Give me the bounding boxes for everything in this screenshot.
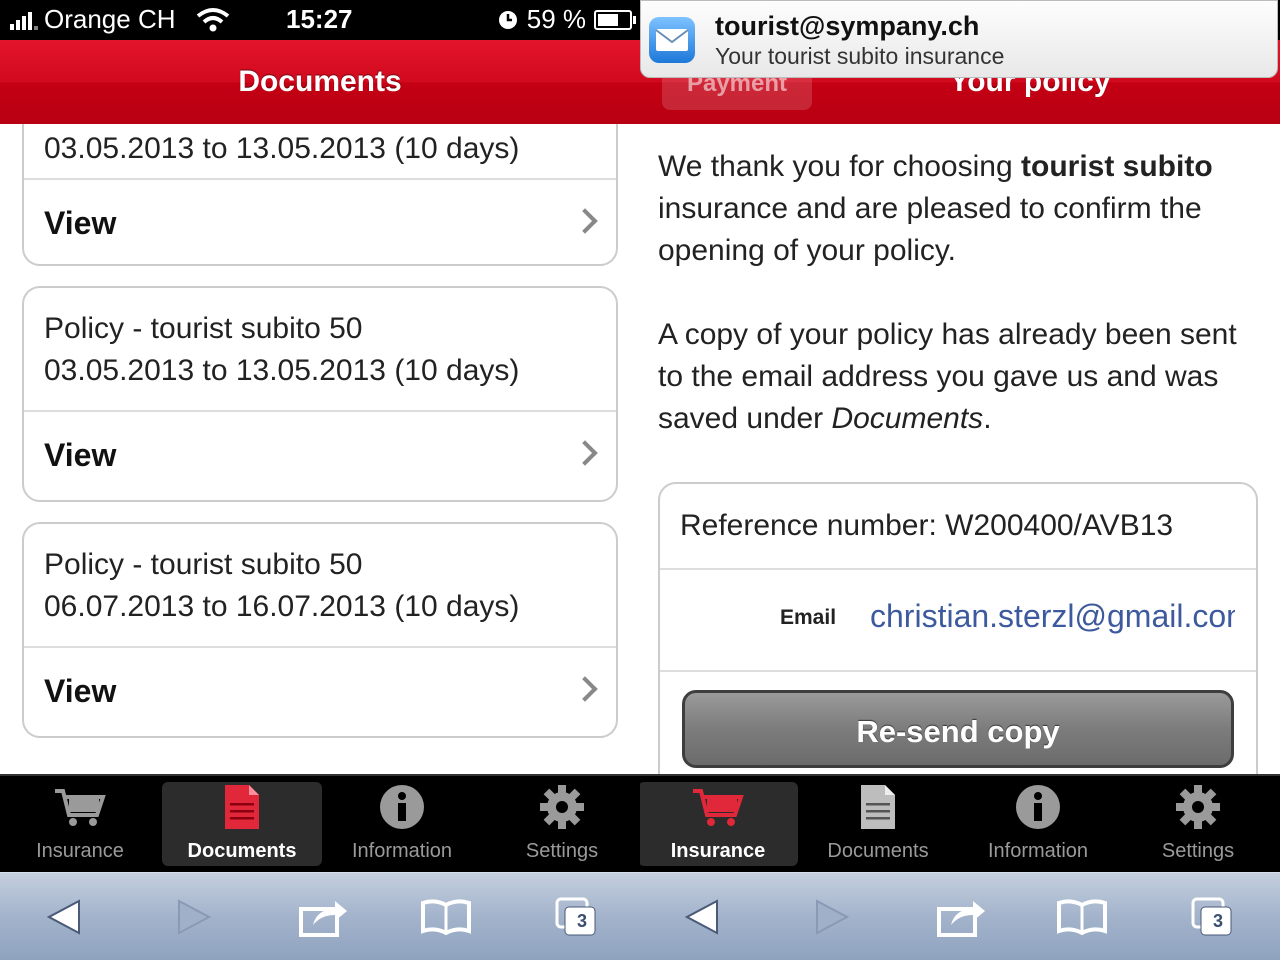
tab-settings[interactable]: Settings: [1118, 782, 1278, 866]
document-list: 03.05.2013 to 13.05.2013 (10 days) View …: [0, 124, 640, 774]
cart-icon: [693, 789, 744, 826]
back-arrow-icon: [47, 899, 80, 935]
policy-screen: Payment Your policy We thank you for cho…: [640, 0, 1280, 960]
tab-insurance[interactable]: Insurance: [640, 782, 798, 866]
document-icon: [861, 785, 895, 829]
chevron-right-icon: [572, 676, 598, 702]
policy-details-box: Reference number: W200400/AVB13 Email ch…: [658, 482, 1258, 774]
view-button[interactable]: View: [24, 412, 616, 498]
view-label: View: [44, 205, 117, 241]
tab-information[interactable]: Information: [958, 782, 1118, 866]
forward-arrow-icon: [178, 899, 211, 935]
tab-insurance[interactable]: Insurance: [0, 782, 160, 866]
tab-documents[interactable]: Documents: [162, 782, 322, 866]
bookmarks-button[interactable]: [418, 895, 474, 939]
gear-icon: [1176, 785, 1220, 829]
book-icon: [1057, 899, 1107, 935]
tab-bar: Insurance Documents Information Settings: [640, 774, 1280, 874]
share-button[interactable]: [934, 895, 990, 939]
back-button[interactable]: [36, 895, 92, 939]
carrier-indicator: Orange CH: [10, 4, 230, 35]
gear-icon: [540, 785, 584, 829]
email-row: Email christian.sterzl@gmail.com: [660, 570, 1256, 672]
chevron-right-icon: [572, 440, 598, 466]
email-value[interactable]: christian.sterzl@gmail.com: [870, 598, 1235, 635]
battery-percent: 59 %: [526, 4, 586, 34]
policy-title: Policy - tourist subito 50: [44, 312, 363, 345]
tab-label: Documents: [187, 840, 297, 862]
tab-label: Insurance: [36, 840, 124, 862]
nav-bar: Documents: [0, 40, 640, 126]
battery-icon: [594, 9, 636, 30]
policy-confirmation: We thank you for choosing tourist subito…: [640, 124, 1280, 774]
mail-icon: [649, 17, 695, 63]
view-button[interactable]: View: [24, 648, 616, 734]
documents-reference: Documents: [831, 402, 984, 435]
back-arrow-icon: [685, 899, 718, 935]
browser-toolbar: 3: [0, 872, 640, 960]
policy-dates: 03.05.2013 to 13.05.2013 (10 days): [44, 354, 520, 387]
bookmarks-button[interactable]: [1054, 895, 1110, 939]
status-bar: Orange CH 15:27 59 %: [0, 0, 640, 40]
product-name: tourist subito: [1021, 150, 1213, 183]
info-icon: [380, 785, 424, 829]
notification-sender: tourist@sympany.ch: [715, 11, 980, 41]
tabs-button[interactable]: 3: [548, 895, 604, 939]
forward-button[interactable]: [166, 895, 222, 939]
book-icon: [421, 899, 471, 935]
carrier-name: Orange CH: [44, 4, 176, 34]
policy-title: Policy - tourist subito 50: [44, 548, 363, 581]
view-label: View: [44, 673, 117, 709]
alarm-icon: [498, 10, 517, 29]
list-item: Policy - tourist subito 50 03.05.2013 to…: [22, 286, 618, 502]
policy-dates: 06.07.2013 to 16.07.2013 (10 days): [44, 590, 520, 623]
signal-icon: [10, 10, 38, 30]
copy-sent-text: A copy of your policy has already been s…: [658, 318, 1237, 435]
tab-label: Information: [987, 840, 1089, 862]
tab-label: Documents: [827, 840, 929, 862]
tab-settings[interactable]: Settings: [482, 782, 640, 866]
notification-message: Your tourist subito insurance: [715, 43, 1005, 69]
share-icon: [299, 901, 347, 937]
view-button[interactable]: View: [24, 180, 616, 266]
email-label: Email: [780, 606, 837, 629]
cart-icon: [55, 789, 106, 826]
share-button[interactable]: [296, 895, 352, 939]
tabs-button[interactable]: 3: [1184, 895, 1240, 939]
resend-copy-button[interactable]: Re-send copy: [682, 690, 1234, 768]
list-item: 03.05.2013 to 13.05.2013 (10 days) View: [22, 124, 618, 266]
view-label: View: [44, 437, 117, 473]
tab-count: 3: [1212, 910, 1223, 931]
share-icon: [937, 901, 985, 937]
forward-arrow-icon: [816, 899, 849, 935]
tab-count: 3: [576, 910, 587, 931]
forward-button[interactable]: [804, 895, 860, 939]
documents-screen: Orange CH 15:27 59 % Documents 03.05.201…: [0, 0, 640, 960]
tab-label: Settings: [525, 840, 599, 862]
document-icon: [225, 785, 259, 829]
list-item: Policy - tourist subito 50 06.07.2013 to…: [22, 522, 618, 738]
reference-number: Reference number: W200400/AVB13: [660, 484, 1256, 570]
tab-bar: Insurance Documents Information Settings: [0, 774, 640, 874]
page-title: Documents: [238, 65, 402, 98]
chevron-right-icon: [572, 208, 598, 234]
thank-you-text: We thank you for choosing tourist subito…: [658, 150, 1213, 267]
info-icon: [1016, 785, 1060, 829]
email-notification-banner[interactable]: tourist@sympany.ch Your tourist subito i…: [640, 0, 1278, 78]
tab-label: Information: [351, 840, 453, 862]
battery-indicator: 59 %: [497, 4, 636, 35]
tab-label: Settings: [1161, 840, 1235, 862]
policy-dates: 03.05.2013 to 13.05.2013 (10 days): [44, 132, 520, 165]
tab-documents[interactable]: Documents: [798, 782, 958, 866]
tab-information[interactable]: Information: [322, 782, 482, 866]
back-button[interactable]: [674, 895, 730, 939]
tab-label: Insurance: [670, 840, 766, 862]
clock: 15:27: [286, 4, 353, 34]
wifi-icon: [196, 7, 229, 31]
browser-toolbar: 3: [640, 872, 1280, 960]
